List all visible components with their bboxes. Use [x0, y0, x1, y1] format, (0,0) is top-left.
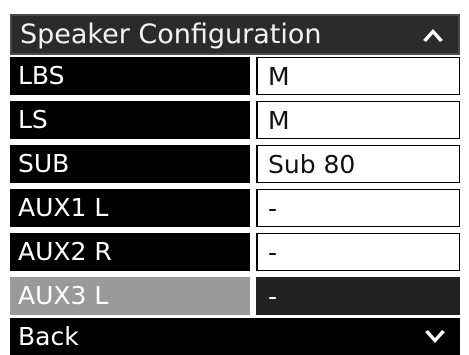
- page-title: Speaker Configuration: [20, 19, 322, 50]
- row-label: SUB: [10, 145, 250, 183]
- back-button[interactable]: Back: [10, 318, 460, 355]
- row-label: LBS: [10, 57, 250, 95]
- row-value[interactable]: -: [256, 189, 460, 227]
- row-label: AUX1 L: [10, 189, 250, 227]
- row-aux3-l-selected[interactable]: AUX3 L -: [10, 277, 460, 317]
- chevron-up-icon[interactable]: [418, 20, 448, 50]
- row-value[interactable]: M: [256, 57, 460, 95]
- chevron-down-icon[interactable]: [420, 322, 450, 352]
- row-value[interactable]: M: [256, 101, 460, 139]
- header: Speaker Configuration: [0, 0, 469, 55]
- row-ls[interactable]: LS M: [10, 101, 460, 141]
- row-lbs[interactable]: LBS M: [10, 57, 460, 97]
- row-aux1-l[interactable]: AUX1 L -: [10, 189, 460, 229]
- back-label: Back: [18, 322, 79, 351]
- row-label: AUX3 L: [10, 277, 250, 315]
- row-sub[interactable]: SUB Sub 80: [10, 145, 460, 185]
- row-value[interactable]: -: [256, 233, 460, 271]
- row-label: AUX2 R: [10, 233, 250, 271]
- row-aux2-r[interactable]: AUX2 R -: [10, 233, 460, 273]
- row-value[interactable]: Sub 80: [256, 145, 460, 183]
- header-bar: Speaker Configuration: [10, 14, 460, 55]
- speaker-configuration-panel: Speaker Configuration LBS M LS M SUB Sub…: [0, 0, 469, 355]
- row-label: LS: [10, 101, 250, 139]
- row-value[interactable]: -: [256, 277, 460, 315]
